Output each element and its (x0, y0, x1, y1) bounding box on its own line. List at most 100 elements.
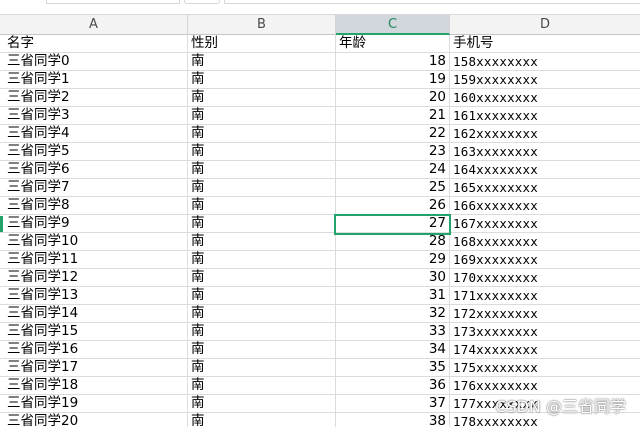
cell-gender[interactable]: 南 (188, 233, 336, 250)
cell-phone[interactable]: 174xxxxxxxx (450, 341, 640, 358)
cell-gender[interactable]: 南 (188, 53, 336, 70)
cell-name[interactable]: 三省同学17 (0, 359, 188, 376)
cell-age[interactable]: 26 (336, 197, 450, 214)
cell-phone[interactable]: 166xxxxxxxx (450, 197, 640, 214)
cell-name[interactable]: 三省同学7 (0, 179, 188, 196)
cell-name[interactable]: 三省同学13 (0, 287, 188, 304)
cell-gender[interactable]: 南 (188, 89, 336, 106)
cell-gender[interactable]: 南 (188, 107, 336, 124)
cell-header-name[interactable]: 名字 (0, 35, 188, 52)
toolbar-tab[interactable] (224, 0, 640, 4)
cell-phone[interactable]: 160xxxxxxxx (450, 89, 640, 106)
cell-age[interactable]: 24 (336, 161, 450, 178)
cell-gender[interactable]: 南 (188, 161, 336, 178)
cell-age[interactable]: 32 (336, 305, 450, 322)
cell-age[interactable]: 30 (336, 269, 450, 286)
table-row: 三省同学6 南 24 164xxxxxxxx (0, 161, 640, 179)
cell-age[interactable]: 20 (336, 89, 450, 106)
cell-gender[interactable]: 南 (188, 341, 336, 358)
cell-phone[interactable]: 170xxxxxxxx (450, 269, 640, 286)
cell-age[interactable]: 21 (336, 107, 450, 124)
cell-phone[interactable]: 163xxxxxxxx (450, 143, 640, 160)
cell-name[interactable]: 三省同学10 (0, 233, 188, 250)
cell-age[interactable]: 19 (336, 71, 450, 88)
column-header-d[interactable]: D (450, 15, 640, 35)
cell-name[interactable]: 三省同学19 (0, 395, 188, 412)
cell-grid: 名字 性别 年龄 手机号 三省同学0 南 18 158xxxxxxxx 三省同学1 南 19… (0, 35, 640, 427)
cell-gender[interactable]: 南 (188, 395, 336, 412)
table-row: 三省同学11 南 29 169xxxxxxxx (0, 251, 640, 269)
column-header-b[interactable]: B (188, 15, 336, 35)
cell-gender[interactable]: 南 (188, 323, 336, 340)
cell-name[interactable]: 三省同学2 (0, 89, 188, 106)
cell-gender[interactable]: 南 (188, 215, 336, 232)
cell-phone[interactable]: 169xxxxxxxx (450, 251, 640, 268)
cell-phone[interactable]: 164xxxxxxxx (450, 161, 640, 178)
column-header-c[interactable]: C (336, 15, 450, 35)
table-row: 三省同学17 南 35 175xxxxxxxx (0, 359, 640, 377)
cell-name[interactable]: 三省同学14 (0, 305, 188, 322)
cell-gender[interactable]: 南 (188, 377, 336, 394)
cell-age[interactable]: 22 (336, 125, 450, 142)
cell-gender[interactable]: 南 (188, 125, 336, 142)
cell-header-age[interactable]: 年龄 (336, 35, 450, 52)
cell-phone[interactable]: 165xxxxxxxx (450, 179, 640, 196)
cell-phone[interactable]: 175xxxxxxxx (450, 359, 640, 376)
cell-age[interactable]: 38 (336, 413, 450, 427)
cell-header-gender[interactable]: 性别 (188, 35, 336, 52)
cell-gender[interactable]: 南 (188, 305, 336, 322)
cell-phone[interactable]: 173xxxxxxxx (450, 323, 640, 340)
cell-name[interactable]: 三省同学18 (0, 377, 188, 394)
cell-name[interactable]: 三省同学16 (0, 341, 188, 358)
cell-phone[interactable]: 167xxxxxxxx (450, 215, 640, 232)
cell-age[interactable]: 29 (336, 251, 450, 268)
cell-name[interactable]: 三省同学9 (0, 215, 188, 232)
cell-name[interactable]: 三省同学1 (0, 71, 188, 88)
cell-name[interactable]: 三省同学20 (0, 413, 188, 427)
cell-phone[interactable]: 176xxxxxxxx (450, 377, 640, 394)
toolbar-tab[interactable] (184, 0, 220, 4)
cell-age[interactable]: 34 (336, 341, 450, 358)
cell-gender[interactable]: 南 (188, 71, 336, 88)
cell-age[interactable]: 23 (336, 143, 450, 160)
cell-name[interactable]: 三省同学4 (0, 125, 188, 142)
cell-age[interactable]: 27 (336, 215, 450, 232)
table-row: 三省同学16 南 34 174xxxxxxxx (0, 341, 640, 359)
cell-age[interactable]: 18 (336, 53, 450, 70)
cell-age[interactable]: 36 (336, 377, 450, 394)
cell-phone[interactable]: 172xxxxxxxx (450, 305, 640, 322)
cell-header-phone[interactable]: 手机号 (450, 35, 640, 52)
cell-gender[interactable]: 南 (188, 287, 336, 304)
cell-age[interactable]: 35 (336, 359, 450, 376)
active-row-marker (0, 216, 3, 232)
cell-gender[interactable]: 南 (188, 179, 336, 196)
cell-name[interactable]: 三省同学8 (0, 197, 188, 214)
column-header-a[interactable]: A (0, 15, 188, 35)
cell-phone[interactable]: 158xxxxxxxx (450, 53, 640, 70)
cell-name[interactable]: 三省同学15 (0, 323, 188, 340)
cell-name[interactable]: 三省同学3 (0, 107, 188, 124)
cell-name[interactable]: 三省同学11 (0, 251, 188, 268)
cell-age[interactable]: 28 (336, 233, 450, 250)
cell-age[interactable]: 31 (336, 287, 450, 304)
cell-phone[interactable]: 159xxxxxxxx (450, 71, 640, 88)
cell-gender[interactable]: 南 (188, 197, 336, 214)
cell-name[interactable]: 三省同学0 (0, 53, 188, 70)
cell-gender[interactable]: 南 (188, 359, 336, 376)
cell-name[interactable]: 三省同学5 (0, 143, 188, 160)
cell-name[interactable]: 三省同学6 (0, 161, 188, 178)
cell-phone[interactable]: 171xxxxxxxx (450, 287, 640, 304)
cell-name[interactable]: 三省同学12 (0, 269, 188, 286)
cell-gender[interactable]: 南 (188, 413, 336, 427)
cell-age[interactable]: 37 (336, 395, 450, 412)
toolbar-tab[interactable] (46, 0, 180, 4)
cell-gender[interactable]: 南 (188, 251, 336, 268)
cell-phone[interactable]: 162xxxxxxxx (450, 125, 640, 142)
cell-age[interactable]: 33 (336, 323, 450, 340)
cell-phone[interactable]: 161xxxxxxxx (450, 107, 640, 124)
cell-phone[interactable]: 168xxxxxxxx (450, 233, 640, 250)
table-row: 三省同学0 南 18 158xxxxxxxx (0, 53, 640, 71)
cell-gender[interactable]: 南 (188, 269, 336, 286)
cell-gender[interactable]: 南 (188, 143, 336, 160)
cell-age[interactable]: 25 (336, 179, 450, 196)
